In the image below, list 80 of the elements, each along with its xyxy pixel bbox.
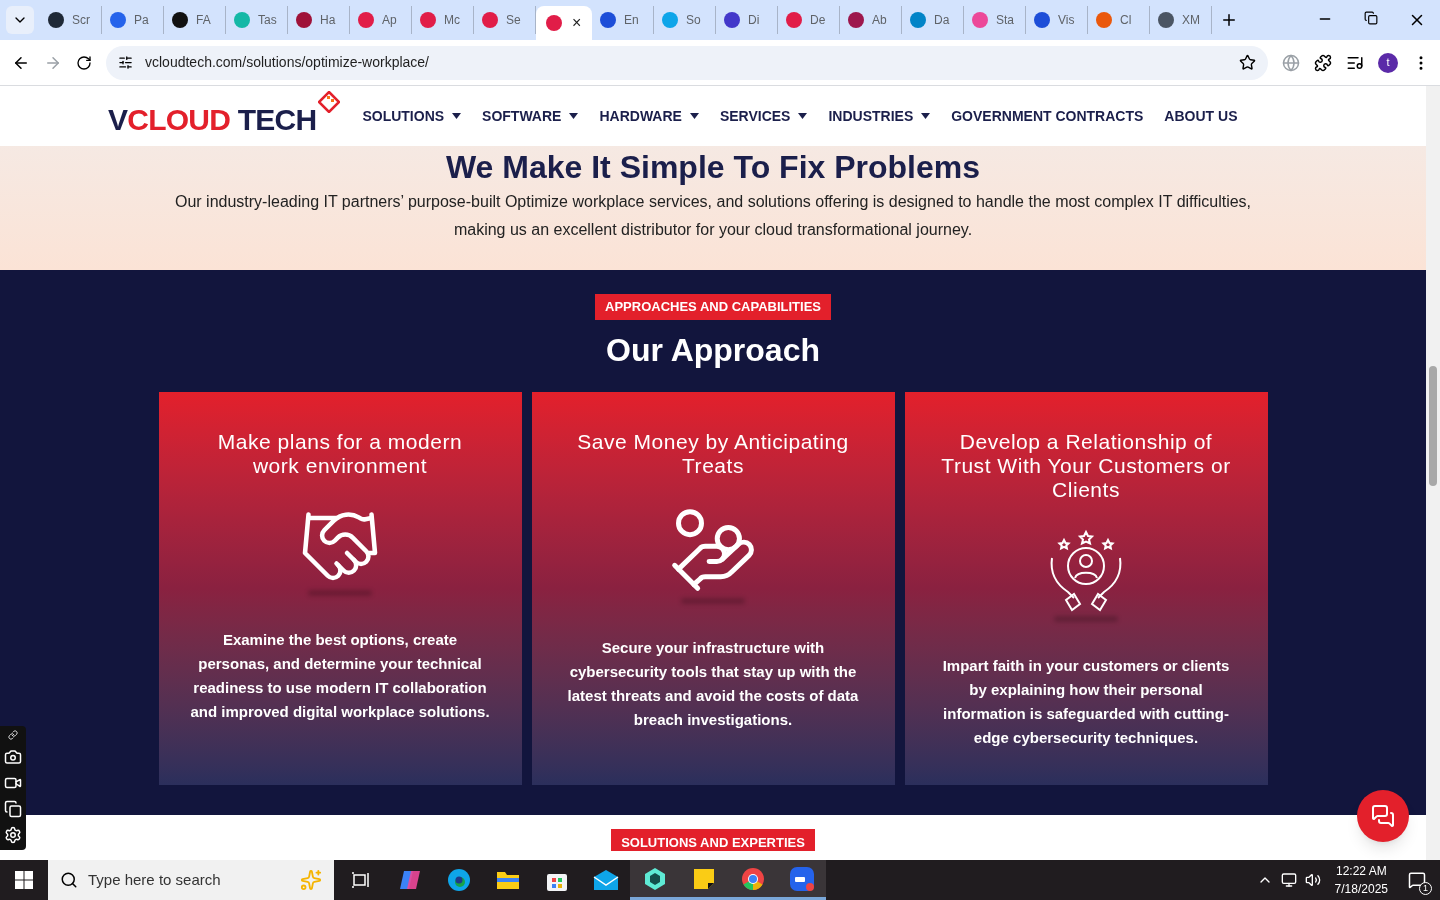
- browser-tab[interactable]: FA: [164, 6, 226, 34]
- folder-icon[interactable]: [495, 869, 520, 891]
- browser-tab[interactable]: So: [654, 6, 716, 34]
- cube-icon[interactable]: [642, 866, 667, 891]
- card-title: Save Money by Anticipating Treats: [576, 429, 850, 478]
- copy-icon[interactable]: [4, 800, 22, 818]
- profile-avatar[interactable]: t: [1378, 52, 1398, 73]
- nav-link[interactable]: SOLUTIONS: [362, 105, 462, 127]
- notification-count: 1: [1419, 882, 1432, 895]
- browser-tab[interactable]: De: [778, 6, 840, 34]
- tab-list-button[interactable]: [6, 6, 34, 34]
- caret-icon: [689, 113, 699, 119]
- extensions-icon[interactable]: [1314, 53, 1332, 72]
- browser-tab[interactable]: Mc: [412, 6, 474, 34]
- network-icon[interactable]: [1280, 872, 1297, 888]
- scrollbar-thumb[interactable]: [1429, 366, 1437, 486]
- globe-icon[interactable]: [1282, 53, 1300, 72]
- new-tab-icon[interactable]: [1220, 11, 1238, 29]
- card-text: Impart faith in your customers or clients by explaining how their personal information is safeguarded with cutting-edge cybersecurity techniques.: [941, 655, 1231, 748]
- notification-icon: [1408, 871, 1426, 889]
- browser-tab[interactable]: Sta: [964, 6, 1026, 34]
- copilot-icon[interactable]: [397, 868, 422, 892]
- volume-icon[interactable]: [1304, 872, 1321, 888]
- search-icon: [60, 871, 78, 889]
- browser-tab[interactable]: ×: [536, 6, 592, 40]
- nav-link[interactable]: INDUSTRIES: [828, 105, 931, 127]
- caret-icon: [798, 113, 808, 119]
- clock[interactable]: 12:22 AM 7/18/2025: [1328, 862, 1394, 898]
- intro-text: Our industry-leading IT partners’ purpose-built Optimize workplace services, and solutions offering is designed to handle the most complex IT difficulties, making us an excellent distributor for your cloud transformational journey.: [173, 192, 1253, 240]
- taskbar-app[interactable]: [630, 860, 679, 900]
- task-view-icon[interactable]: [350, 870, 371, 890]
- section-heading: We Make It Simple To Fix Problems: [445, 148, 981, 186]
- caret-icon: [452, 113, 462, 119]
- section-badge: APPROACHES AND CAPABILITIES: [595, 294, 831, 320]
- nav-link[interactable]: SERVICES: [719, 105, 808, 127]
- reload-icon[interactable]: [76, 54, 92, 71]
- zoom-icon[interactable]: [788, 865, 815, 892]
- camera-icon[interactable]: [4, 748, 22, 766]
- browser-tab[interactable]: Ha: [288, 6, 350, 34]
- card-title: Develop a Relationship of Trust With Your Customers or Clients: [940, 429, 1232, 502]
- chat-icon: [1371, 804, 1395, 828]
- browser-tab[interactable]: En: [592, 6, 654, 34]
- settings-icon[interactable]: [4, 826, 22, 844]
- browser-tab[interactable]: Tas: [226, 6, 288, 34]
- sticky-note-icon[interactable]: [692, 867, 715, 890]
- browser-tab[interactable]: Ab: [840, 6, 902, 34]
- nav-link[interactable]: SOFTWARE: [482, 105, 579, 127]
- chrome-icon[interactable]: [740, 866, 765, 891]
- browser-tab[interactable]: Ap: [350, 6, 412, 34]
- logo-mark-icon: [318, 91, 341, 113]
- browser-tab[interactable]: Scr: [40, 6, 102, 34]
- browser-tab[interactable]: Vis: [1026, 6, 1088, 34]
- taskbar-search-field[interactable]: Type here to search: [48, 860, 334, 900]
- caret-icon: [569, 113, 579, 119]
- taskbar-app[interactable]: [777, 860, 826, 900]
- card-text: Examine the best options, create personas, and determine your technical readiness to use modern IT collaboration and improved digital workplace solutions.: [189, 629, 491, 722]
- link-icon[interactable]: [8, 730, 18, 740]
- address-bar[interactable]: vcloudtech.com/solutions/optimize-workplace/: [106, 45, 1268, 80]
- mail-icon[interactable]: [592, 869, 619, 891]
- nav-link[interactable]: HARDWARE: [599, 105, 699, 127]
- browser-tab[interactable]: Pa: [102, 6, 164, 34]
- edge-icon[interactable]: [446, 868, 471, 892]
- card-title: Make plans for a modern work environment: [216, 429, 464, 478]
- site-info-icon[interactable]: [118, 55, 133, 70]
- browser-tab[interactable]: Cl: [1088, 6, 1150, 34]
- browser-tab[interactable]: Se: [474, 6, 536, 34]
- browser-tab[interactable]: Di: [716, 6, 778, 34]
- caret-icon: [921, 113, 931, 119]
- nav-link[interactable]: GOVERNMENT CONTRACTS: [951, 105, 1144, 127]
- nav-link[interactable]: ABOUT US: [1164, 105, 1238, 127]
- notification-button[interactable]: 1: [1402, 865, 1432, 895]
- section-title: Our Approach: [606, 330, 820, 370]
- sparkles-icon: [300, 869, 322, 891]
- section-badge: SOLUTIONS AND EXPERTIES: [611, 829, 815, 851]
- site-logo[interactable]: VCLOUD TECH: [108, 91, 341, 135]
- card-text: Secure your infrastructure with cybersecurity tools that stay up with the latest threats and avoid the costs of data breach investigations.: [566, 637, 860, 730]
- bookmark-star-icon[interactable]: [1239, 54, 1256, 71]
- browser-tab[interactable]: XM: [1150, 6, 1212, 34]
- browser-tab[interactable]: Da: [902, 6, 964, 34]
- tab-close[interactable]: ×: [572, 15, 582, 31]
